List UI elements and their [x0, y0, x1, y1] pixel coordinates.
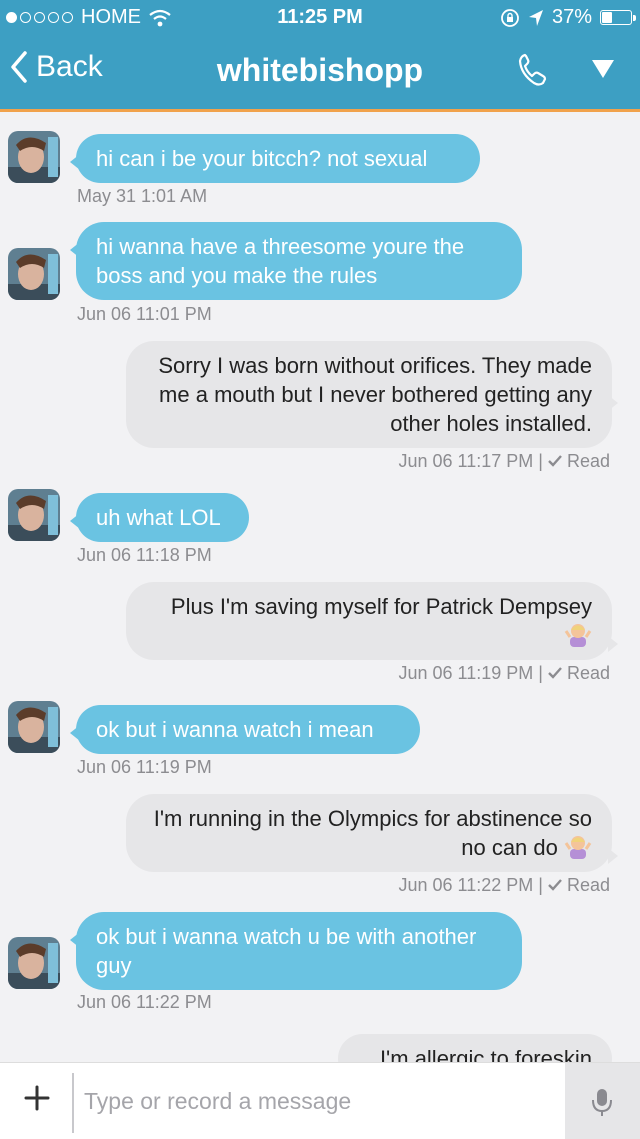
dropdown-triangle-icon[interactable]	[590, 56, 616, 82]
read-receipt: Read	[566, 451, 610, 471]
message-text: I'm running in the Olympics for abstinen…	[153, 806, 592, 860]
status-separator: |	[538, 663, 548, 683]
incoming-message-bubble[interactable]: hi can i be your bitcch? not sexual	[70, 134, 480, 183]
checkmark-icon	[548, 879, 562, 891]
plus-icon[interactable]	[22, 1083, 52, 1113]
status-separator: |	[538, 451, 548, 471]
outgoing-message-bubble[interactable]: Plus I'm saving myself for Patrick Demps…	[126, 582, 618, 660]
message-input[interactable]	[84, 1077, 554, 1125]
rotation-lock-icon	[501, 8, 519, 27]
message-text: hi can i be your bitcch? not sexual	[96, 146, 428, 171]
message-timestamp: Jun 06 11:19 PM	[398, 663, 534, 683]
message-timestamp: Jun 06 11:19 PM	[77, 757, 212, 777]
message-status: Jun 06 11:22 PM | Read	[300, 875, 610, 896]
message-timestamp: Jun 06 11:01 PM	[77, 304, 212, 324]
message-text: uh what LOL	[96, 505, 221, 530]
incoming-message-bubble[interactable]: ok but i wanna watch u be with another g…	[70, 912, 522, 990]
checkmark-icon	[548, 455, 562, 467]
outgoing-message-bubble[interactable]: I'm running in the Olympics for abstinen…	[126, 794, 618, 872]
avatar[interactable]	[8, 489, 60, 541]
avatar[interactable]	[8, 937, 60, 989]
read-receipt: Read	[566, 663, 610, 683]
message-text: ok but i wanna watch i mean	[96, 717, 374, 742]
composer-divider	[72, 1073, 74, 1133]
battery-level	[602, 12, 612, 23]
status-right: 37%	[500, 6, 636, 29]
message-status: Jun 06 11:17 PM | Read	[300, 451, 610, 472]
message-timestamp: May 31 1:01 AM	[77, 186, 208, 206]
battery-icon	[600, 10, 636, 25]
checkmark-icon	[548, 667, 562, 679]
incoming-message-bubble[interactable]: ok but i wanna watch i mean	[70, 705, 420, 754]
message-timestamp: Jun 06 11:17 PM	[398, 451, 534, 471]
message-text: Sorry I was born without orifices. They …	[158, 353, 592, 436]
incoming-message-bubble[interactable]: uh what LOL	[70, 493, 249, 542]
message-timestamp: Jun 06 11:18 PM	[77, 545, 212, 565]
message-text: I'm allergic to foreskin	[379, 1046, 592, 1062]
message-text: ok but i wanna watch u be with another g…	[96, 924, 477, 978]
status-separator: |	[538, 875, 548, 895]
outgoing-message-bubble[interactable]: Sorry I was born without orifices. They …	[126, 341, 618, 448]
message-composer	[0, 1062, 640, 1139]
message-list[interactable]: hi can i be your bitcch? not sexual May …	[0, 112, 640, 1062]
message-timestamp: Jun 06 11:22 PM	[398, 875, 534, 895]
nav-bar: Back whitebishopp	[0, 40, 640, 102]
incoming-message-bubble[interactable]: hi wanna have a threesome youre the boss…	[70, 222, 522, 300]
status-bar: HOME 11:25 PM 37%	[0, 0, 640, 36]
read-receipt: Read	[566, 875, 610, 895]
message-status: Jun 06 11:19 PM | Read	[300, 663, 610, 684]
app-header: HOME 11:25 PM 37% Back whitebishopp	[0, 0, 640, 112]
message-timestamp: Jun 06 11:22 PM	[77, 992, 212, 1012]
battery-percent: 37%	[551, 6, 592, 28]
phone-icon[interactable]	[516, 52, 550, 88]
avatar[interactable]	[8, 248, 60, 300]
shrug-emoji-icon	[564, 624, 592, 647]
avatar[interactable]	[8, 701, 60, 753]
message-text: Plus I'm saving myself for Patrick Demps…	[170, 594, 592, 619]
outgoing-message-bubble[interactable]: I'm allergic to foreskin	[338, 1034, 612, 1062]
microphone-icon	[592, 1089, 612, 1116]
shrug-emoji-icon	[564, 836, 592, 859]
record-button[interactable]	[565, 1063, 640, 1139]
location-arrow-icon	[528, 9, 543, 26]
avatar[interactable]	[8, 131, 60, 183]
message-text: hi wanna have a threesome youre the boss…	[96, 234, 465, 288]
